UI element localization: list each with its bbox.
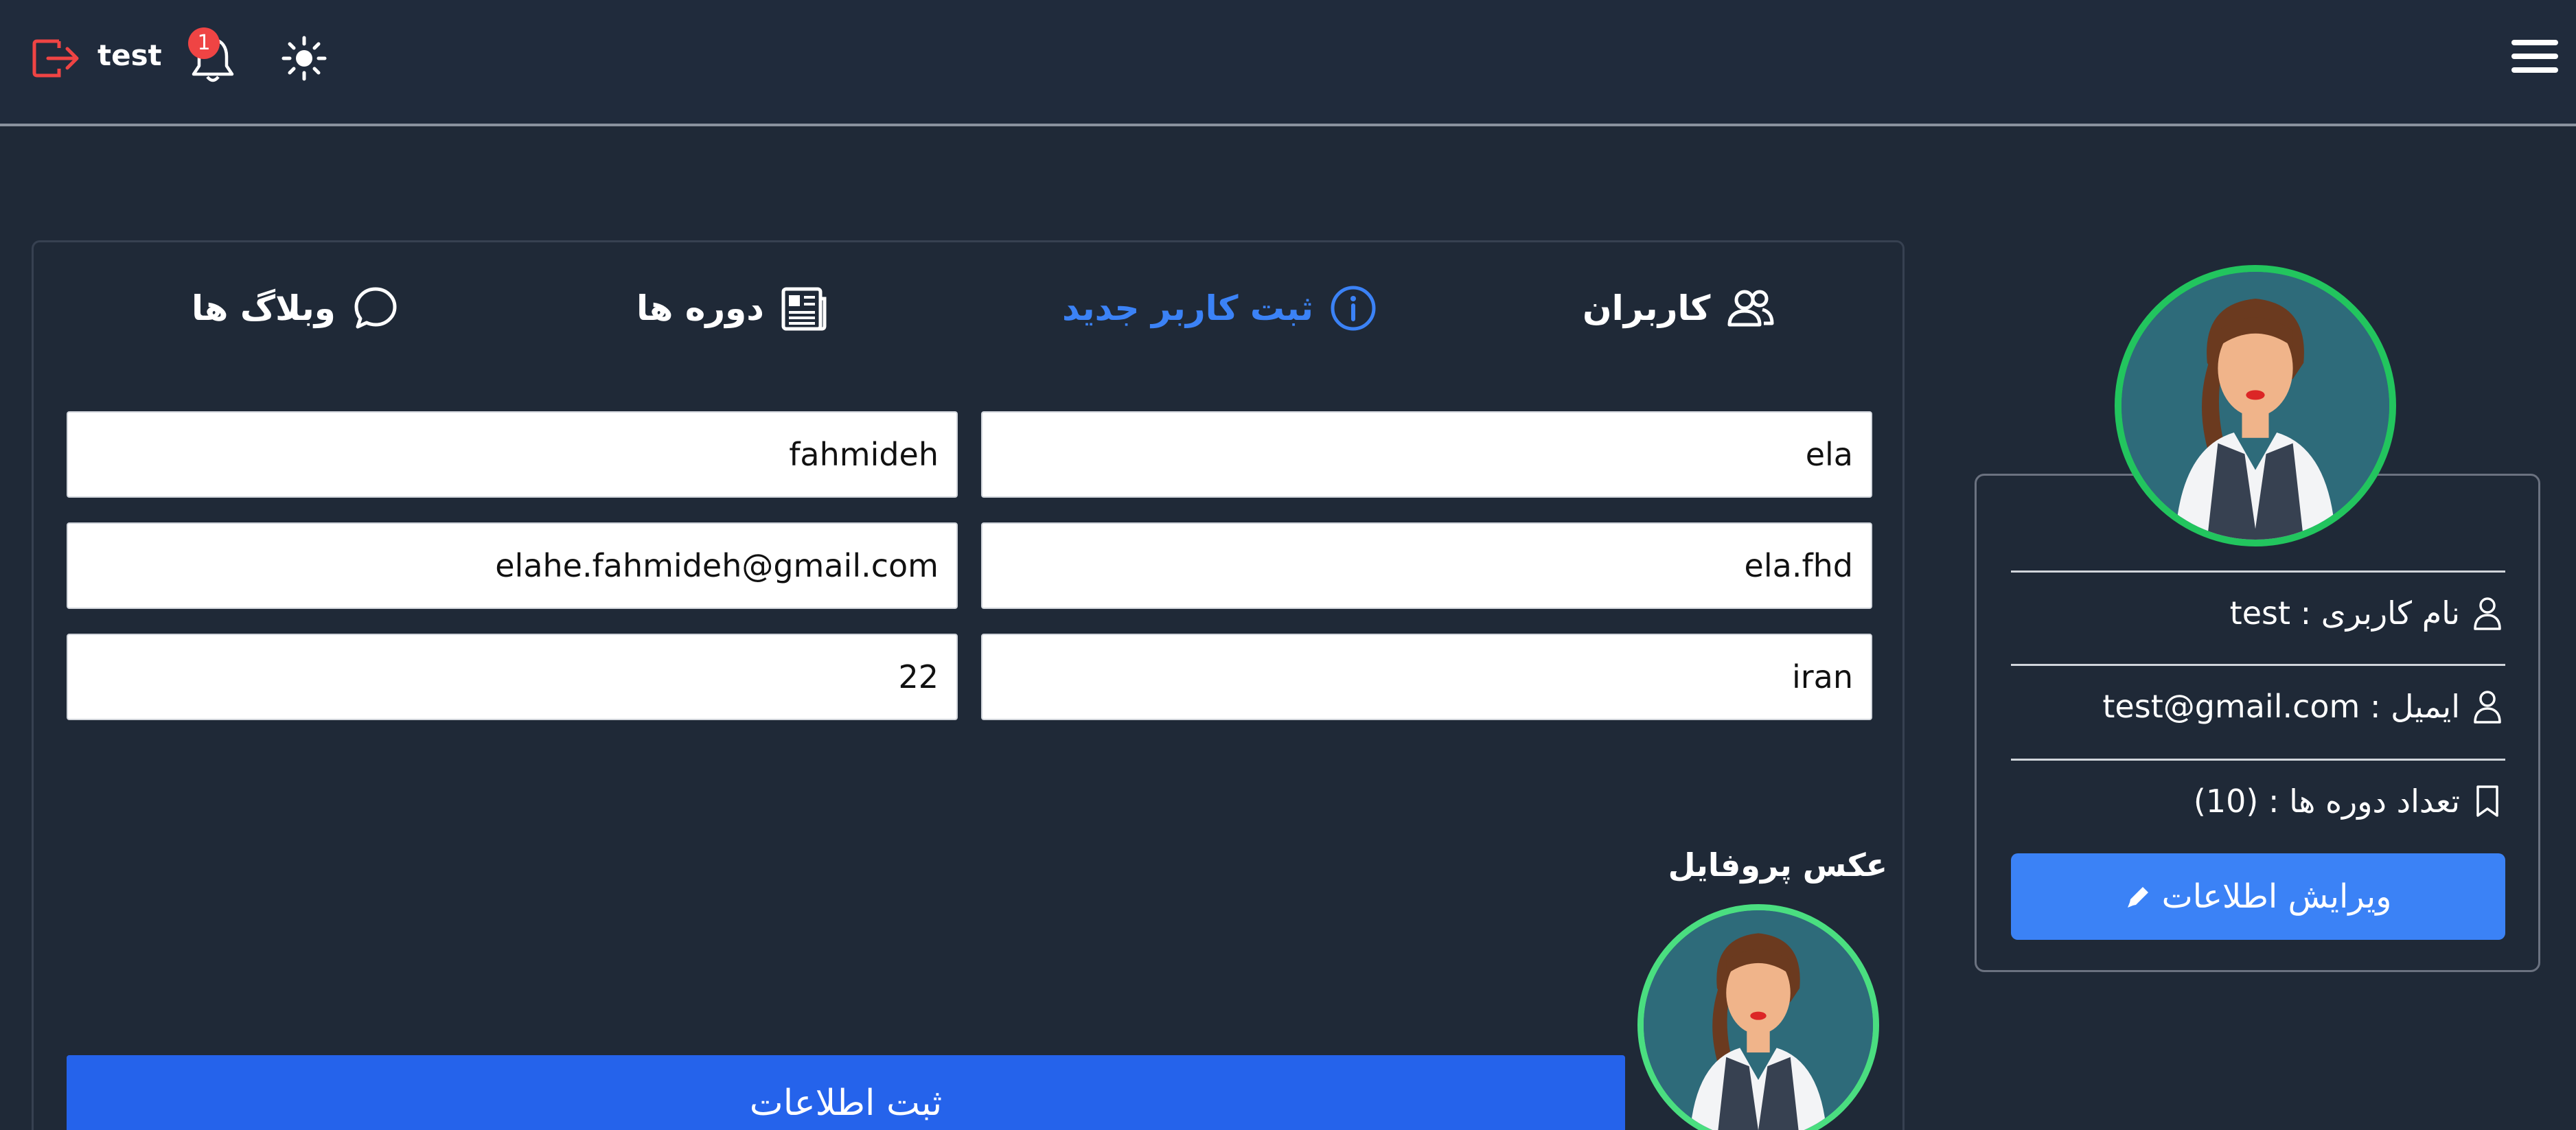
age-field[interactable] <box>67 634 958 720</box>
profile-avatar <box>2115 265 2396 546</box>
user-icon <box>2474 597 2501 630</box>
city-field[interactable] <box>981 634 1872 720</box>
edit-button-label: ویرایش اطلاعات <box>2161 877 2392 916</box>
newspaper-icon <box>781 287 827 331</box>
profile-username-row: نام کاربری : test <box>2011 570 2505 653</box>
user-icon <box>2474 690 2501 724</box>
profile-courses-row: تعداد دوره ها : (10) <box>2011 759 2505 841</box>
tab-users[interactable]: کاربران <box>1583 281 1775 336</box>
bookmark-icon <box>2476 785 2498 817</box>
main-panel: وبلاگ ها دوره ها ثبت کاربر جدید کاربران … <box>32 240 1905 1130</box>
profile-email: ایمیل : test@gmail.com <box>2102 687 2460 725</box>
avatar-image <box>2121 272 2389 540</box>
edit-profile-button[interactable]: ویرایش اطلاعات <box>2011 853 2505 940</box>
tab-label: کاربران <box>1583 288 1711 328</box>
users-icon <box>1727 290 1774 327</box>
sun-icon[interactable] <box>281 36 327 81</box>
profile-card: نام کاربری : test ایمیل : test@gmail.com… <box>1975 474 2540 972</box>
tab-label: ثبت کاربر جدید <box>1062 288 1314 328</box>
tab-courses[interactable]: دوره ها <box>636 281 829 336</box>
header-username: test <box>97 38 162 72</box>
tab-label: وبلاگ ها <box>192 288 336 328</box>
top-navbar: test 1 <box>0 0 2576 126</box>
profile-photo-upload[interactable] <box>1637 904 1879 1130</box>
first-name-field[interactable] <box>981 411 1872 498</box>
hamburger-menu-icon[interactable] <box>2510 37 2560 76</box>
profile-photo-label: عکس پروفایل <box>1668 846 1887 884</box>
profile-email-row: ایمیل : test@gmail.com <box>2011 664 2505 746</box>
tab-blogs[interactable]: وبلاگ ها <box>192 281 400 336</box>
notifications-button[interactable]: 1 <box>185 27 240 85</box>
notification-badge: 1 <box>188 27 220 59</box>
avatar-image <box>1644 910 1873 1130</box>
profile-course-count: تعداد دوره ها : (10) <box>2193 782 2460 820</box>
pencil-icon <box>2127 887 2148 908</box>
email-field[interactable] <box>67 522 958 609</box>
last-name-field[interactable] <box>67 411 958 498</box>
info-circle-icon <box>1331 286 1376 331</box>
tab-register-user[interactable]: ثبت کاربر جدید <box>1062 281 1378 336</box>
tab-label: دوره ها <box>636 288 764 328</box>
profile-username: نام کاربری : test <box>2229 594 2460 632</box>
username-field[interactable] <box>981 522 1872 609</box>
submit-button[interactable]: ثبت اطلاعات <box>67 1055 1625 1130</box>
chat-bubble-icon <box>354 287 397 329</box>
logout-icon[interactable] <box>32 37 81 80</box>
